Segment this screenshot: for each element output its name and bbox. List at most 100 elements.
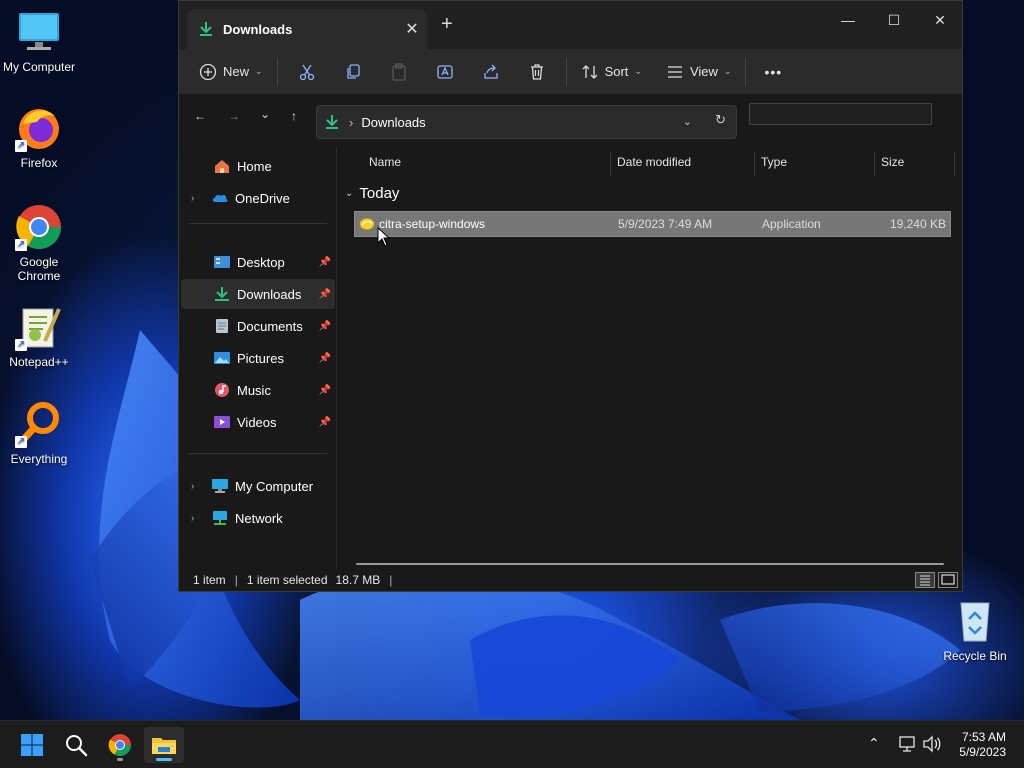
close-button[interactable]: ✕ bbox=[917, 5, 963, 35]
taskbar-chrome-button[interactable] bbox=[100, 727, 140, 763]
running-indicator bbox=[117, 758, 123, 761]
chrome-icon: ↗ bbox=[15, 203, 63, 251]
network-status-icon[interactable] bbox=[898, 735, 918, 756]
new-tab-button[interactable]: + bbox=[441, 13, 453, 36]
mouse-cursor-icon bbox=[377, 227, 391, 247]
copy-button[interactable] bbox=[330, 56, 376, 88]
pin-icon: 📌 bbox=[318, 320, 331, 332]
refresh-button[interactable]: ↻ bbox=[715, 112, 726, 128]
rename-icon bbox=[436, 64, 453, 79]
sidebar-item-downloads[interactable]: Downloads 📌 bbox=[181, 279, 335, 309]
group-header-today[interactable]: ⌄ Today bbox=[345, 185, 399, 202]
column-divider[interactable] bbox=[754, 151, 755, 177]
rename-button[interactable] bbox=[422, 56, 468, 88]
column-header-type[interactable]: Type bbox=[761, 155, 787, 169]
sidebar-divider bbox=[189, 453, 327, 454]
citra-app-icon bbox=[359, 216, 375, 235]
taskbar-search-button[interactable] bbox=[56, 727, 96, 763]
desktop-folder-icon bbox=[213, 254, 231, 270]
paste-button[interactable] bbox=[376, 56, 422, 88]
see-more-button[interactable]: ••• bbox=[752, 56, 794, 88]
clipboard-icon bbox=[391, 62, 406, 81]
home-icon bbox=[213, 158, 231, 174]
volume-icon[interactable] bbox=[922, 735, 942, 756]
recent-locations-button[interactable]: ⌄ bbox=[252, 107, 278, 133]
column-header-name[interactable]: Name bbox=[369, 155, 401, 169]
forward-button[interactable]: → bbox=[221, 109, 247, 135]
sidebar-item-network[interactable]: › Network bbox=[181, 503, 335, 533]
sidebar-item-desktop[interactable]: Desktop 📌 bbox=[181, 247, 335, 277]
share-button[interactable] bbox=[468, 56, 514, 88]
delete-button[interactable] bbox=[514, 56, 560, 88]
sidebar-item-my-computer[interactable]: › My Computer bbox=[181, 471, 335, 501]
chevron-down-icon: ⌄ bbox=[255, 66, 263, 76]
file-list-pane: Name Date modified Type Size ⌄ Today cit… bbox=[339, 147, 962, 567]
sidebar-item-music[interactable]: Music 📌 bbox=[181, 375, 335, 405]
show-hidden-icons-button[interactable]: ⌃ bbox=[868, 735, 880, 752]
toolbar-divider bbox=[276, 57, 278, 86]
chevron-right-icon[interactable]: › bbox=[191, 481, 203, 492]
desktop-icon-label: My Computer bbox=[2, 60, 76, 74]
desktop-icon-label: Firefox bbox=[20, 156, 58, 170]
file-row[interactable]: citra-setup-windows 5/9/2023 7:49 AM App… bbox=[354, 211, 951, 237]
notepadpp-icon: ↗ bbox=[15, 303, 63, 351]
cut-button[interactable] bbox=[284, 56, 330, 88]
desktop-icon-notepadpp[interactable]: ↗ Notepad++ bbox=[1, 303, 77, 369]
column-divider[interactable] bbox=[954, 151, 955, 177]
sidebar-item-pictures[interactable]: Pictures 📌 bbox=[181, 343, 335, 373]
horizontal-scrollbar[interactable] bbox=[356, 563, 944, 565]
desktop-icon-everything[interactable]: ↗ Everything bbox=[1, 400, 77, 466]
column-header-date[interactable]: Date modified bbox=[617, 155, 691, 169]
sidebar-item-home[interactable]: Home bbox=[181, 151, 335, 181]
chevron-right-icon[interactable]: › bbox=[191, 513, 203, 524]
shortcut-arrow-icon: ↗ bbox=[15, 140, 27, 152]
tab-close-button[interactable]: ✕ bbox=[397, 19, 427, 39]
minimize-button[interactable]: — bbox=[825, 5, 871, 35]
sidebar-item-onedrive[interactable]: › OneDrive bbox=[181, 183, 335, 213]
windows-start-icon bbox=[21, 734, 43, 756]
sidebar-item-documents[interactable]: Documents 📌 bbox=[181, 311, 335, 341]
address-bar[interactable]: › Downloads ⌄ ↻ bbox=[316, 105, 737, 139]
maximize-button[interactable]: ☐ bbox=[871, 5, 917, 35]
shortcut-arrow-icon: ↗ bbox=[15, 239, 27, 251]
sort-button[interactable]: Sort ⌄ bbox=[573, 56, 650, 88]
new-button[interactable]: New ⌄ bbox=[191, 56, 271, 88]
status-separator: | bbox=[389, 572, 393, 587]
sidebar-item-label: Downloads bbox=[237, 286, 302, 302]
breadcrumb-downloads[interactable]: Downloads bbox=[361, 115, 425, 130]
search-input[interactable] bbox=[749, 103, 932, 125]
details-view-button[interactable] bbox=[915, 572, 935, 588]
downloads-folder-icon bbox=[213, 286, 231, 302]
up-button[interactable]: ↑ bbox=[281, 109, 307, 135]
chevron-right-icon[interactable]: › bbox=[191, 193, 203, 204]
tab-downloads[interactable]: Downloads ✕ bbox=[187, 9, 427, 49]
back-button[interactable]: ← bbox=[187, 109, 213, 135]
desktop-icon-chrome[interactable]: ↗ Google Chrome bbox=[1, 203, 77, 283]
pin-icon: 📌 bbox=[318, 256, 331, 268]
system-clock[interactable]: 7:53 AM 5/9/2023 bbox=[959, 730, 1006, 760]
start-button[interactable] bbox=[12, 727, 52, 763]
title-bar: Downloads ✕ + — ☐ ✕ bbox=[179, 1, 962, 49]
group-label: Today bbox=[359, 185, 400, 202]
sidebar-item-videos[interactable]: Videos 📌 bbox=[181, 407, 335, 437]
large-icons-view-button[interactable] bbox=[938, 572, 958, 588]
view-button[interactable]: View ⌄ bbox=[658, 56, 740, 88]
sidebar-item-label: Documents bbox=[237, 318, 303, 334]
desktop-icon-recycle-bin[interactable]: Recycle Bin bbox=[937, 597, 1013, 663]
desktop-icon-my-computer[interactable]: My Computer bbox=[1, 8, 77, 74]
column-divider[interactable] bbox=[874, 151, 875, 177]
address-dropdown-button[interactable]: ⌄ bbox=[683, 115, 692, 128]
item-count: 1 item bbox=[193, 572, 226, 587]
selection-count: 1 item selected bbox=[246, 572, 328, 587]
view-list-icon bbox=[667, 65, 682, 78]
desktop-icon-label: Google Chrome bbox=[17, 255, 61, 283]
column-header-size[interactable]: Size bbox=[881, 155, 904, 169]
column-divider[interactable] bbox=[610, 151, 611, 177]
navigation-bar: ← → ⌄ ↑ › Downloads ⌄ ↻ bbox=[179, 95, 962, 147]
sort-icon bbox=[582, 64, 598, 79]
desktop-icon-firefox[interactable]: ↗ Firefox bbox=[1, 104, 77, 170]
file-date-modified: 5/9/2023 7:49 AM bbox=[618, 217, 713, 231]
toolbar-divider bbox=[745, 57, 747, 86]
chrome-icon bbox=[108, 734, 131, 756]
taskbar-explorer-button[interactable] bbox=[144, 727, 184, 763]
